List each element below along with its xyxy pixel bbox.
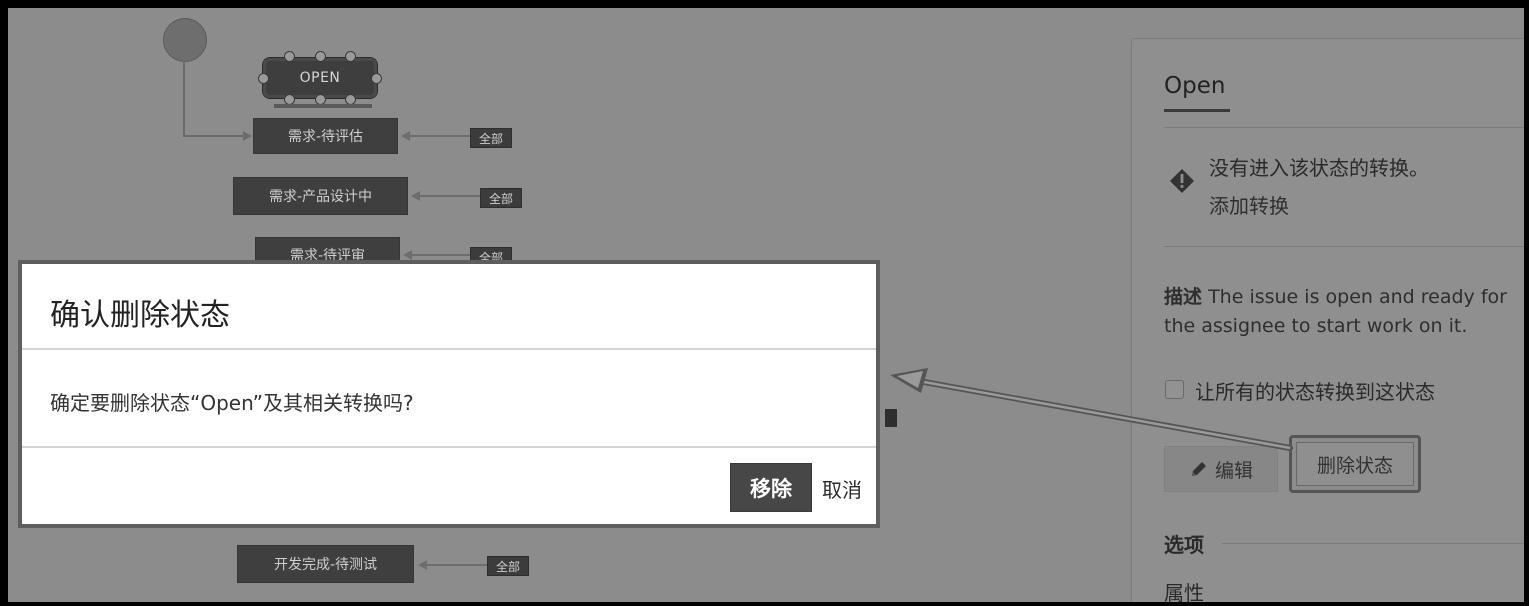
state-node[interactable]: 需求-待评估	[253, 118, 398, 154]
state-node-open-label: OPEN	[299, 70, 341, 86]
panel-title: Open	[1164, 73, 1226, 99]
modal-header-divider	[22, 348, 876, 350]
workflow-editor: OPEN 需求-待评估 全部 需求-产品设计中 全部 需求-待评审 全部 开发完…	[8, 8, 1524, 602]
transition-arrowhead	[401, 131, 410, 141]
allow-all-label: 让所有的状态转换到这状态	[1195, 380, 1435, 404]
state-node[interactable]: 需求-产品设计中	[233, 177, 408, 215]
start-connector-vertical	[183, 60, 185, 136]
transition-arrowhead	[403, 250, 412, 260]
description: 描述 The issue is open and ready for	[1164, 282, 1507, 309]
start-connector-horizontal	[183, 135, 245, 137]
remove-button[interactable]: 移除	[730, 463, 812, 512]
drag-handle[interactable]	[284, 51, 295, 62]
description-line1: The issue is open and ready for	[1208, 286, 1507, 308]
transition-tag[interactable]: 全部	[480, 188, 523, 208]
divider	[1164, 246, 1524, 247]
transition-line	[427, 564, 487, 566]
allow-all-checkbox[interactable]	[1165, 380, 1184, 399]
delete-state-button-highlight: 删除状态	[1289, 435, 1421, 493]
transition-arrowhead	[411, 191, 420, 201]
description-line2: the assignee to start work on it.	[1164, 315, 1468, 337]
modal-message: 确定要删除状态“Open”及其相关转换吗?	[50, 391, 414, 415]
delete-state-button[interactable]: 删除状态	[1296, 442, 1414, 486]
transition-tag[interactable]	[885, 409, 897, 427]
modal-footer-divider	[22, 446, 876, 448]
state-node-open[interactable]: OPEN	[262, 57, 378, 99]
transition-line	[410, 135, 470, 137]
drag-handle[interactable]	[345, 51, 356, 62]
state-node-open-shadow	[274, 104, 372, 108]
workflow-start-node[interactable]	[163, 18, 207, 62]
transition-tag[interactable]: 全部	[470, 128, 513, 148]
modal-title: 确认删除状态	[50, 298, 230, 333]
drag-handle[interactable]	[258, 73, 269, 84]
panel-title-underline	[1164, 109, 1230, 112]
properties-label: 属性	[1164, 581, 1204, 602]
state-properties-panel: Open 没有进入该状态的转换。 添加转换 描述 The issue is op…	[1131, 38, 1524, 602]
delete-state-button-label: 删除状态	[1316, 454, 1393, 477]
no-transition-text: 没有进入该状态的转换。	[1209, 156, 1429, 180]
warning-diamond-icon	[1170, 169, 1194, 193]
edit-button[interactable]: 编辑	[1164, 446, 1278, 492]
transition-arrowhead	[418, 560, 427, 570]
drag-handle[interactable]	[371, 73, 382, 84]
cancel-button[interactable]: 取消	[822, 474, 862, 503]
transition-line	[412, 254, 470, 256]
transition-tag[interactable]: 全部	[487, 556, 530, 576]
state-node[interactable]: 开发完成-待测试	[237, 545, 414, 583]
options-section-title: 选项	[1164, 533, 1204, 557]
divider	[1222, 543, 1524, 544]
confirm-delete-modal: 确认删除状态 确定要删除状态“Open”及其相关转换吗? 移除 取消	[18, 260, 880, 528]
add-transition-link[interactable]: 添加转换	[1209, 190, 1289, 219]
start-connector-arrowhead	[243, 131, 252, 141]
pencil-icon	[1191, 462, 1206, 476]
description-label: 描述	[1164, 286, 1203, 308]
divider	[1164, 127, 1524, 128]
drag-handle[interactable]	[315, 51, 326, 62]
transition-line	[420, 195, 480, 197]
edit-button-label: 编辑	[1214, 459, 1253, 482]
